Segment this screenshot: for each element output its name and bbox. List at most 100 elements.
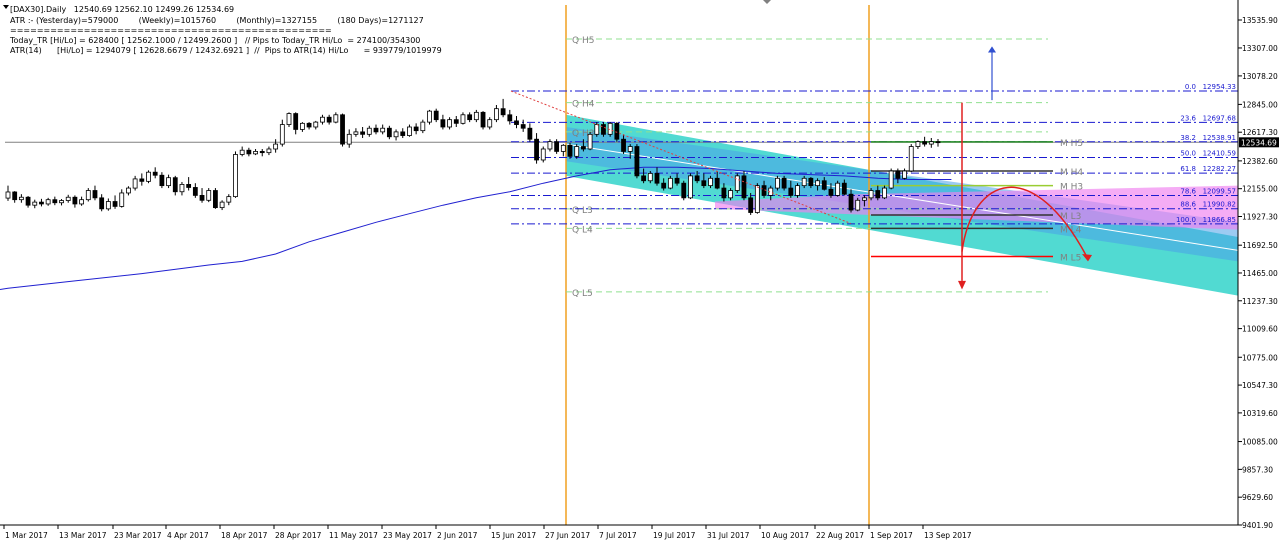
candle-body bbox=[139, 178, 145, 182]
candle bbox=[601, 122, 606, 137]
candle-body bbox=[453, 119, 459, 124]
candle bbox=[540, 146, 546, 163]
candle-body bbox=[614, 122, 620, 140]
candle-body bbox=[226, 196, 232, 203]
candle-body bbox=[694, 175, 700, 182]
x-tick-label: 2 Jun 2017 bbox=[437, 531, 478, 540]
candle bbox=[734, 173, 740, 193]
candle-body bbox=[928, 141, 934, 145]
candle bbox=[775, 175, 780, 191]
y-tick-label: 13307.00 bbox=[1242, 44, 1278, 53]
candle-body bbox=[748, 197, 754, 213]
candle-body bbox=[12, 191, 18, 201]
candle-body bbox=[574, 146, 580, 157]
fib-level-price: 12410.59 bbox=[1203, 149, 1236, 157]
candle-body bbox=[159, 174, 165, 187]
y-tick-label: 10775.00 bbox=[1242, 353, 1278, 362]
x-tick-label: 1 Sep 2017 bbox=[870, 531, 913, 540]
candle-body bbox=[279, 124, 285, 145]
fib-level-percent: 0.0 bbox=[1185, 83, 1196, 91]
x-tick-label: 23 Mar 2017 bbox=[114, 531, 162, 540]
candle-body bbox=[366, 127, 372, 135]
candle-body bbox=[815, 180, 820, 187]
candle-body bbox=[253, 151, 258, 155]
candle bbox=[587, 131, 593, 151]
m-level-label: M H4 bbox=[1060, 168, 1083, 178]
candle-body bbox=[400, 131, 406, 136]
candle bbox=[206, 188, 212, 203]
candle-body bbox=[467, 114, 473, 121]
candle-body bbox=[855, 199, 861, 211]
fib-level-percent: 78.6 bbox=[1180, 187, 1196, 195]
candle-body bbox=[734, 175, 740, 191]
x-tick-label: 1 Mar 2017 bbox=[5, 531, 48, 540]
candle-body bbox=[18, 196, 24, 201]
candle-body bbox=[580, 146, 586, 150]
fib-level-percent: 38.2 bbox=[1180, 134, 1196, 142]
candle-body bbox=[199, 195, 205, 201]
candle-body bbox=[420, 121, 426, 132]
candle-body bbox=[547, 141, 553, 150]
candle bbox=[634, 144, 640, 179]
q-level-label: Q L5 bbox=[572, 289, 593, 299]
q-level-label: Q L3 bbox=[572, 206, 593, 216]
x-tick-label: 13 Mar 2017 bbox=[59, 531, 107, 540]
y-tick-label: 12155.00 bbox=[1242, 185, 1278, 194]
candle-body bbox=[922, 141, 928, 145]
x-tick-label: 4 Apr 2017 bbox=[167, 531, 209, 540]
fib-level-price: 12099.57 bbox=[1203, 187, 1236, 195]
q-level-label: Q L4 bbox=[572, 225, 593, 235]
candle-body bbox=[641, 175, 647, 182]
candle-body bbox=[795, 185, 800, 196]
candle bbox=[908, 144, 914, 173]
m-level-label: M H3 bbox=[1060, 183, 1083, 193]
candle-body bbox=[621, 138, 626, 152]
x-tick-label: 11 May 2017 bbox=[329, 531, 378, 540]
candle-body bbox=[821, 180, 827, 190]
price-chart[interactable]: Q H5Q H4Q H3Q L3Q L4Q L50.0 12954.3323.6 1… bbox=[0, 0, 1280, 545]
candle bbox=[574, 144, 580, 159]
y-tick-label: 9629.60 bbox=[1242, 493, 1273, 502]
candle bbox=[233, 151, 238, 198]
candle-body bbox=[433, 110, 439, 121]
candle-body bbox=[132, 178, 138, 189]
candle-body bbox=[741, 175, 747, 199]
candle-body bbox=[340, 114, 345, 145]
fib-level-price: 12697.68 bbox=[1203, 114, 1236, 122]
candle bbox=[681, 180, 687, 201]
candle-body bbox=[5, 191, 11, 199]
candle-body bbox=[179, 184, 185, 193]
fib-level-price: 11990.82 bbox=[1203, 201, 1236, 209]
candle-body bbox=[146, 171, 151, 182]
fib-level-price: 12954.33 bbox=[1203, 83, 1236, 91]
candle-body bbox=[186, 184, 192, 188]
candle-body bbox=[259, 151, 265, 154]
candle-body bbox=[427, 110, 432, 123]
y-tick-label: 10085.00 bbox=[1242, 438, 1278, 447]
y-tick-label: 11927.30 bbox=[1242, 213, 1278, 222]
candle-body bbox=[527, 127, 533, 140]
fib-level-percent: 88.6 bbox=[1180, 201, 1196, 209]
candle-body bbox=[105, 201, 111, 210]
candle-body bbox=[39, 201, 44, 205]
fib-level-price: 12538.91 bbox=[1203, 134, 1236, 142]
candle-body bbox=[219, 201, 225, 209]
candle-body bbox=[45, 199, 51, 205]
chart-area[interactable]: Q H5 Q H4 Q H3 Q L3 Q L4 Q L5 0.0 12954.33 23.6 1… bbox=[0, 0, 1280, 545]
candle-body bbox=[293, 113, 299, 130]
candle bbox=[213, 188, 218, 209]
atr-info: ATR :- (Yesterday)=579000 (Weekly)=10157… bbox=[10, 16, 424, 25]
candle-body bbox=[721, 187, 727, 199]
candle-body bbox=[413, 126, 419, 132]
candle-body bbox=[206, 190, 212, 201]
candle-body bbox=[801, 177, 807, 187]
candle-body bbox=[119, 192, 125, 207]
candle-body bbox=[862, 197, 867, 201]
candle bbox=[146, 170, 151, 184]
candle bbox=[888, 168, 894, 190]
candle-body bbox=[882, 187, 887, 199]
collapse-arrow-icon[interactable] bbox=[3, 5, 9, 9]
candle-body bbox=[560, 144, 566, 152]
candle-body bbox=[714, 177, 720, 189]
candle-body bbox=[494, 108, 499, 121]
